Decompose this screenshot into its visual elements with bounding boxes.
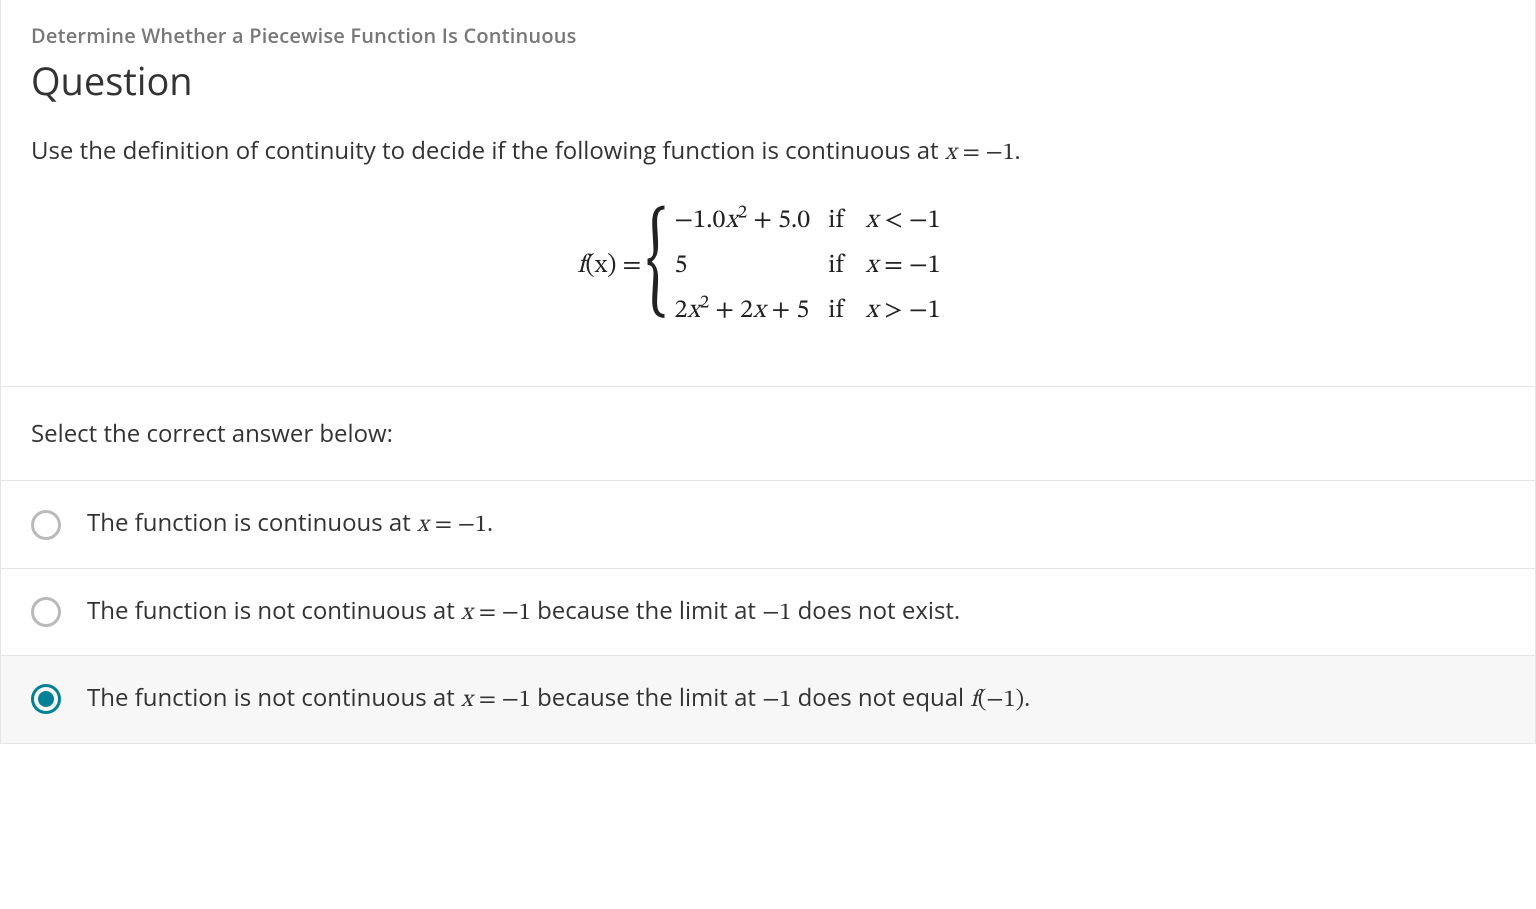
case-expr: 5: [675, 244, 829, 289]
radio-icon[interactable]: [31, 510, 61, 540]
select-prompt: Select the correct answer below:: [1, 386, 1535, 480]
choice-text: The function is continuous at x = −1.: [87, 507, 1505, 541]
choice-option[interactable]: The function is not continuous at x = −1…: [1, 655, 1535, 742]
radio-icon[interactable]: [31, 684, 61, 714]
piecewise-definition: f(x) = { −1.0x2 + 5.0 if x < −1 5 if x =…: [31, 199, 1505, 374]
instruction-math-eq: = −1.: [963, 141, 1021, 165]
topic-label: Determine Whether a Piecewise Function I…: [31, 22, 1505, 49]
choice-option[interactable]: The function is continuous at x = −1.: [1, 480, 1535, 567]
case-expr: 2x2 + 2x + 5: [675, 289, 829, 334]
question-card: Determine Whether a Piecewise Function I…: [0, 0, 1536, 744]
case-cond: x = −1: [866, 244, 959, 289]
case-expr: −1.0x2 + 5.0: [675, 199, 829, 244]
radio-icon[interactable]: [31, 597, 61, 627]
piecewise-cases: −1.0x2 + 5.0 if x < −1 5 if x = −1 2x2 +…: [675, 199, 959, 334]
choice-text: The function is not continuous at x = −1…: [87, 595, 1505, 629]
case-cond: x < −1: [866, 199, 959, 244]
case-row: 5 if x = −1: [675, 244, 959, 289]
fx-lhs: f(x) =: [577, 250, 641, 283]
case-if: if: [828, 199, 865, 244]
instruction-prefix: Use the definition of continuity to deci…: [31, 134, 945, 167]
case-if: if: [828, 289, 865, 334]
instruction-text: Use the definition of continuity to deci…: [31, 135, 1505, 169]
case-row: 2x2 + 2x + 5 if x > −1: [675, 289, 959, 334]
choice-text: The function is not continuous at x = −1…: [87, 682, 1505, 716]
question-header: Determine Whether a Piecewise Function I…: [1, 0, 1535, 386]
instruction-math-x: x: [945, 141, 957, 165]
case-cond: x > −1: [866, 289, 959, 334]
left-brace-icon: {: [646, 221, 668, 305]
case-row: −1.0x2 + 5.0 if x < −1: [675, 199, 959, 244]
divider: [1, 743, 1535, 744]
choice-option[interactable]: The function is not continuous at x = −1…: [1, 568, 1535, 655]
question-title: Question: [31, 55, 1505, 107]
case-if: if: [828, 244, 865, 289]
